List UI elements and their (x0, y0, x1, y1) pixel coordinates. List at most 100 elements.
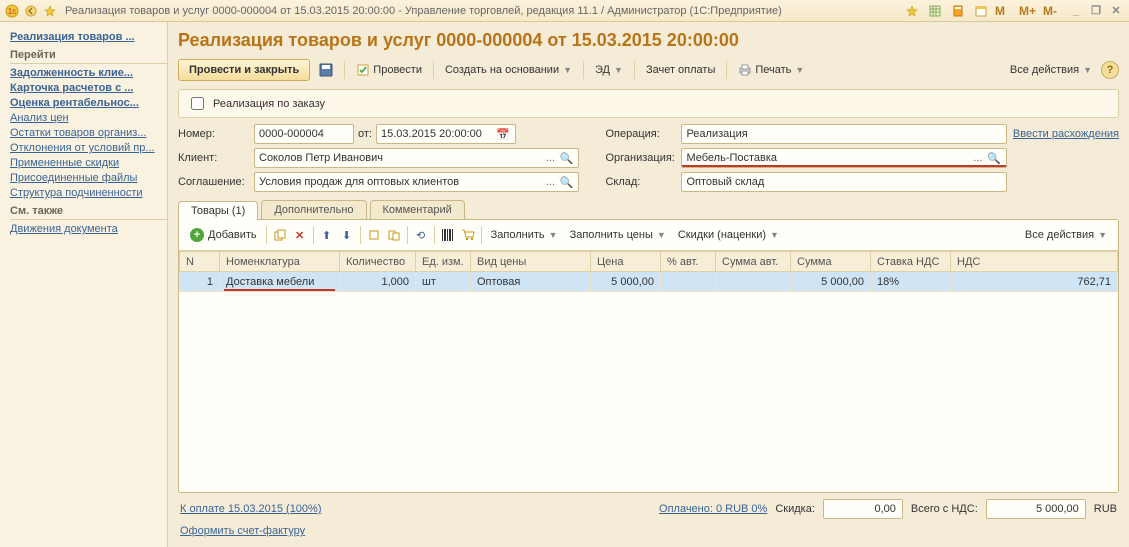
tab-additional[interactable]: Дополнительно (261, 200, 366, 219)
tab-goods[interactable]: Товары (1) (178, 201, 258, 220)
sidebar-item[interactable]: Отклонения от условий пр... (10, 142, 167, 154)
sidebar-item[interactable]: Задолженность клие... (10, 67, 167, 79)
ellipsis-icon[interactable]: ... (542, 176, 558, 188)
form-grid: Номер: 0000-000004 от: 15.03.2015 20:00:… (178, 124, 1119, 192)
minimize-button[interactable]: _ (1067, 3, 1085, 19)
warehouse-field[interactable]: Оптовый склад (681, 172, 1006, 192)
star-icon[interactable] (42, 3, 58, 19)
goods-grid[interactable]: N Номенклатура Количество Ед. изм. Вид ц… (179, 250, 1118, 492)
date-field[interactable]: 15.03.2015 20:00:00📅 (376, 124, 516, 144)
cell-vat-rate[interactable]: 18% (871, 272, 951, 292)
col-nomenclature[interactable]: Номенклатура (220, 252, 340, 272)
calendar-icon[interactable] (972, 3, 990, 19)
delete-row-button[interactable]: ✕ (291, 226, 309, 244)
total-field[interactable]: 5 000,00 (986, 499, 1086, 519)
col-vat[interactable]: НДС (951, 252, 1118, 272)
col-vat-rate[interactable]: Ставка НДС (871, 252, 951, 272)
ellipsis-icon[interactable]: ... (542, 152, 558, 164)
number-field[interactable]: 0000-000004 (254, 124, 354, 144)
close-button[interactable]: ✕ (1107, 3, 1125, 19)
discounts-button[interactable]: Скидки (наценки)▼ (673, 224, 784, 246)
col-n[interactable]: N (180, 252, 220, 272)
mplus-button[interactable]: M+ (1019, 4, 1041, 18)
sidebar-item[interactable]: Оценка рентабельнос... (10, 97, 167, 109)
tab-comment[interactable]: Комментарий (370, 200, 465, 219)
col-price-type[interactable]: Вид цены (471, 252, 591, 272)
col-pct-auto[interactable]: % авт. (661, 252, 716, 272)
calc-icon[interactable] (949, 3, 967, 19)
main-toolbar: Провести и закрыть Провести Создать на о… (178, 57, 1119, 83)
add-row-button[interactable]: +Добавить (185, 225, 262, 245)
m-button[interactable]: M (995, 4, 1017, 18)
create-based-button[interactable]: Создать на основании▼ (440, 59, 577, 81)
reload-icon[interactable]: ⟲ (412, 226, 430, 244)
search-icon[interactable]: 🔍 (986, 152, 1002, 165)
cell-n[interactable]: 1 (180, 272, 220, 292)
save-button[interactable] (314, 59, 338, 81)
paste-icon[interactable] (385, 226, 403, 244)
cell-sum[interactable]: 5 000,00 (791, 272, 871, 292)
col-price[interactable]: Цена (591, 252, 661, 272)
to-pay-link[interactable]: К оплате 15.03.2015 (100%) (180, 503, 322, 515)
cell-pct-auto[interactable] (661, 272, 716, 292)
cell-vat[interactable]: 762,71 (951, 272, 1118, 292)
operation-field[interactable]: Реализация (681, 124, 1006, 144)
col-sum-auto[interactable]: Сумма авт. (716, 252, 791, 272)
cell-price[interactable]: 5 000,00 (591, 272, 661, 292)
cell-qty[interactable]: 1,000 (340, 272, 416, 292)
mminus-button[interactable]: M- (1043, 4, 1065, 18)
currency-label: RUB (1094, 503, 1117, 515)
calendar-pick-icon[interactable]: 📅 (495, 128, 511, 141)
search-icon[interactable]: 🔍 (558, 152, 574, 165)
ellipsis-icon[interactable]: ... (970, 152, 986, 164)
create-invoice-link[interactable]: Оформить счет-фактуру (180, 525, 305, 537)
fill-prices-button[interactable]: Заполнить цены▼ (565, 224, 671, 246)
cell-price-type[interactable]: Оптовая (471, 272, 591, 292)
discount-field[interactable]: 0,00 (823, 499, 903, 519)
offset-payment-button[interactable]: Зачет оплаты (641, 59, 720, 81)
sidebar-item[interactable]: Остатки товаров организ... (10, 127, 167, 139)
barcode-icon[interactable] (439, 226, 457, 244)
copy-icon[interactable] (365, 226, 383, 244)
organization-field[interactable]: Мебель-Поставка...🔍 (681, 148, 1006, 168)
col-qty[interactable]: Количество (340, 252, 416, 272)
grid-icon[interactable] (926, 3, 944, 19)
sidebar-item[interactable]: Реализация товаров ... (10, 31, 167, 43)
copy-row-button[interactable] (271, 226, 289, 244)
back-icon[interactable] (23, 3, 39, 19)
col-sum[interactable]: Сумма (791, 252, 871, 272)
plus-icon: + (190, 228, 204, 242)
search-icon[interactable]: 🔍 (558, 176, 574, 189)
sidebar-item[interactable]: Карточка расчетов с ... (10, 82, 167, 94)
move-down-button[interactable]: ⬇ (338, 226, 356, 244)
fill-button[interactable]: Заполнить▼ (486, 224, 563, 246)
table-all-actions-button[interactable]: Все действия▼ (1020, 224, 1112, 246)
help-icon[interactable]: ? (1101, 61, 1119, 79)
cell-sum-auto[interactable] (716, 272, 791, 292)
all-actions-button[interactable]: Все действия▼ (1005, 59, 1097, 81)
agreement-field[interactable]: Условия продаж для оптовых клиентов...🔍 (254, 172, 579, 192)
titlebar-right: M M+ M- _ ❐ ✕ (903, 3, 1125, 19)
sidebar-item[interactable]: Присоединенные файлы (10, 172, 167, 184)
move-up-button[interactable]: ⬆ (318, 226, 336, 244)
restore-button[interactable]: ❐ (1087, 3, 1105, 19)
cell-nomenclature[interactable]: Доставка мебели (220, 272, 340, 292)
sidebar-item[interactable]: Примененные скидки (10, 157, 167, 169)
sidebar-item[interactable]: Движения документа (10, 223, 167, 235)
print-button[interactable]: Печать▼ (733, 59, 809, 81)
order-realization-checkbox[interactable] (191, 97, 204, 110)
window-title: Реализация товаров и услуг 0000-000004 о… (65, 5, 903, 17)
col-unit[interactable]: Ед. изм. (416, 252, 471, 272)
fav-icon[interactable] (903, 3, 921, 19)
ed-button[interactable]: ЭД▼ (590, 59, 628, 81)
paid-link[interactable]: Оплачено: 0 RUB 0% (659, 503, 767, 515)
sidebar-item[interactable]: Анализ цен (10, 112, 167, 124)
client-field[interactable]: Соколов Петр Иванович...🔍 (254, 148, 579, 168)
sidebar-item[interactable]: Структура подчиненности (10, 187, 167, 199)
post-button[interactable]: Провести (351, 59, 427, 81)
cell-unit[interactable]: шт (416, 272, 471, 292)
cart-icon[interactable] (459, 226, 477, 244)
enter-discrepancies-link[interactable]: Ввести расхождения (1013, 128, 1119, 140)
post-and-close-button[interactable]: Провести и закрыть (178, 59, 310, 81)
table-row[interactable]: 1 Доставка мебели 1,000 шт Оптовая 5 000… (180, 272, 1118, 292)
